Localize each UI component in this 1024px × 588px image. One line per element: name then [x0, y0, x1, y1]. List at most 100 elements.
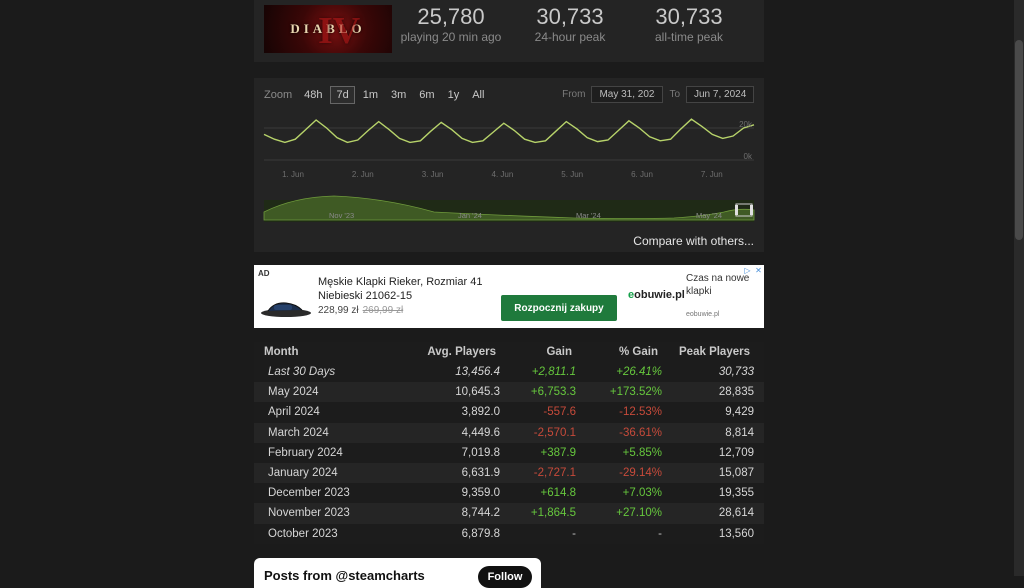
- table-header-row: Month Avg. Players Gain % Gain Peak Play…: [254, 342, 764, 362]
- x-tick-label: 4. Jun: [492, 170, 514, 179]
- monthly-stats-table: Month Avg. Players Gain % Gain Peak Play…: [254, 342, 764, 544]
- x-tick-label: 3. Jun: [422, 170, 444, 179]
- game-logo-numeral: IV: [318, 10, 361, 52]
- gain-cell: +1,864.5: [530, 507, 576, 520]
- y-tick-label: 20k: [739, 120, 753, 129]
- month-cell: March 2024: [268, 426, 329, 439]
- stat-value: 30,733: [536, 4, 604, 29]
- pct-gain-cell: +26.41%: [616, 366, 662, 379]
- month-cell: November 2023: [268, 507, 350, 520]
- month-cell: October 2023: [268, 527, 338, 540]
- table-row: Last 30 Days 13,456.4 +2,811.1 +26.41% 30,73…: [254, 362, 764, 383]
- scrollbar-thumb[interactable]: [1015, 40, 1023, 240]
- player-line-chart[interactable]: 20k 0k 1. Jun 2. Jun 3. Jun 4. Jun 5. Jun 6. J…: [254, 102, 764, 252]
- ad-info-icon[interactable]: ▷: [742, 265, 753, 276]
- zoom-6m-button[interactable]: 6m: [414, 87, 439, 103]
- from-date-input[interactable]: [591, 86, 664, 103]
- peak-players-cell: 28,835: [718, 386, 754, 399]
- player-count-line: [263, 118, 755, 144]
- x-tick-label: 2. Jun: [352, 170, 374, 179]
- navigator-tick-label: Jan '24: [458, 211, 482, 220]
- follow-button[interactable]: Follow: [478, 566, 532, 588]
- col-avg-header[interactable]: Avg. Players: [404, 346, 496, 358]
- gain-cell: +614.8: [540, 487, 577, 500]
- zoom-1y-button[interactable]: 1y: [443, 87, 465, 103]
- gain-cell: +6,753.3: [530, 386, 576, 399]
- pct-gain-cell: -: [658, 527, 662, 540]
- gain-cell: -2,570.1: [533, 426, 576, 439]
- game-header: IV DIABLO 25,780 playing 20 min ago 30,7…: [254, 0, 764, 62]
- ad-slogan-line: klapki: [686, 286, 712, 297]
- current-price: 228,99 zł: [318, 305, 359, 316]
- month-cell: April 2024: [268, 406, 320, 419]
- peak-players-cell: 8,814: [725, 426, 754, 439]
- col-month-header[interactable]: Month: [254, 346, 404, 358]
- gain-cell: -557.6: [543, 406, 576, 419]
- game-logo[interactable]: IV DIABLO: [264, 5, 392, 53]
- to-date-input[interactable]: [686, 86, 754, 103]
- ad-close-icon[interactable]: ✕: [753, 265, 764, 276]
- pct-gain-cell: -12.53%: [619, 406, 662, 419]
- ad-domain: eobuwie.pl: [686, 311, 720, 318]
- avg-players-cell: 6,879.8: [461, 527, 500, 540]
- day-peak-stat: 30,733 24-hour peak: [510, 4, 630, 44]
- col-peak-header[interactable]: Peak Players: [658, 346, 750, 358]
- navigator-tick-label: Mar '24: [576, 211, 601, 220]
- ad-product-title[interactable]: Męskie Klapki Rieker, Rozmiar 41 Niebies…: [318, 275, 518, 303]
- avg-players-cell: 13,456.4: [455, 366, 500, 379]
- gain-cell: +387.9: [540, 446, 577, 459]
- ad-slogan: Czas na nowe klapki: [686, 272, 749, 298]
- x-tick-label: 5. Jun: [561, 170, 583, 179]
- avg-players-cell: 9,359.0: [461, 487, 500, 500]
- avg-players-cell: 6,631.9: [461, 467, 500, 480]
- x-tick-label: 1. Jun: [282, 170, 304, 179]
- peak-players-cell: 12,709: [718, 446, 754, 459]
- zoom-1m-button[interactable]: 1m: [358, 87, 383, 103]
- zoom-48h-button[interactable]: 48h: [299, 87, 327, 103]
- avg-players-cell: 8,744.2: [461, 507, 500, 520]
- pct-gain-cell: -36.61%: [619, 426, 662, 439]
- table-body: Last 30 Days 13,456.4 +2,811.1 +26.41% 30,73…: [254, 362, 764, 544]
- pct-gain-cell: +7.03%: [622, 487, 662, 500]
- compare-link[interactable]: Compare with others...: [633, 234, 754, 248]
- month-cell: December 2023: [268, 487, 350, 500]
- page-scrollbar[interactable]: [1014, 0, 1024, 576]
- ad-badge: AD: [258, 269, 270, 278]
- table-row: April 2024 3,892.0 -557.6 -12.53% 9,429: [254, 402, 764, 423]
- stat-value: 30,733: [655, 4, 723, 29]
- from-label: From: [562, 89, 586, 100]
- stat-label: 24-hour peak: [534, 30, 606, 44]
- table-row: January 2024 6,631.9 -2,727.1 -29.14% 15,087: [254, 462, 764, 484]
- zoom-3m-button[interactable]: 3m: [386, 87, 411, 103]
- current-players-stat: 25,780 playing 20 min ago: [391, 4, 511, 44]
- gain-cell: +2,811.1: [531, 366, 576, 379]
- stat-label: playing 20 min ago: [400, 30, 502, 44]
- table-row: March 2024 4,449.6 -2,570.1 -36.61% 8,814: [254, 422, 764, 443]
- avg-players-cell: 3,892.0: [461, 406, 500, 419]
- advertisement[interactable]: AD Męskie Klapki Rieker, Rozmiar 41 Nieb…: [254, 265, 764, 328]
- avg-players-cell: 10,645.3: [455, 386, 500, 399]
- gain-cell: -: [572, 527, 576, 540]
- navigator-handle-left: [735, 205, 738, 215]
- ad-slogan-line: Czas na nowe: [686, 273, 750, 284]
- stat-label: all-time peak: [654, 30, 724, 44]
- month-cell: February 2024: [268, 446, 343, 459]
- month-cell: January 2024: [268, 467, 338, 480]
- sandal-product-image[interactable]: [260, 300, 312, 318]
- table-row: October 2023 6,879.8 - - 13,560: [254, 523, 764, 544]
- x-tick-label: 6. Jun: [631, 170, 653, 179]
- x-tick-label: 7. Jun: [701, 170, 723, 179]
- pct-gain-cell: +173.52%: [609, 386, 662, 399]
- posts-widget: Posts from @steamcharts Follow: [254, 558, 541, 588]
- avg-players-cell: 4,449.6: [461, 426, 500, 439]
- month-cell: May 2024: [268, 386, 319, 399]
- zoom-all-button[interactable]: All: [467, 87, 489, 103]
- col-gain-header[interactable]: Gain: [496, 346, 572, 358]
- brand-logo[interactable]: eobuwie.pl: [628, 289, 685, 301]
- shop-now-button[interactable]: Rozpocznij zakupy: [501, 295, 617, 321]
- col-pct-gain-header[interactable]: % Gain: [572, 346, 658, 358]
- zoom-label: Zoom: [264, 89, 293, 101]
- pct-gain-cell: -29.14%: [619, 467, 662, 480]
- gain-cell: -2,727.1: [533, 467, 576, 480]
- table-row: December 2023 9,359.0 +614.8 +7.03% 19,355: [254, 483, 764, 504]
